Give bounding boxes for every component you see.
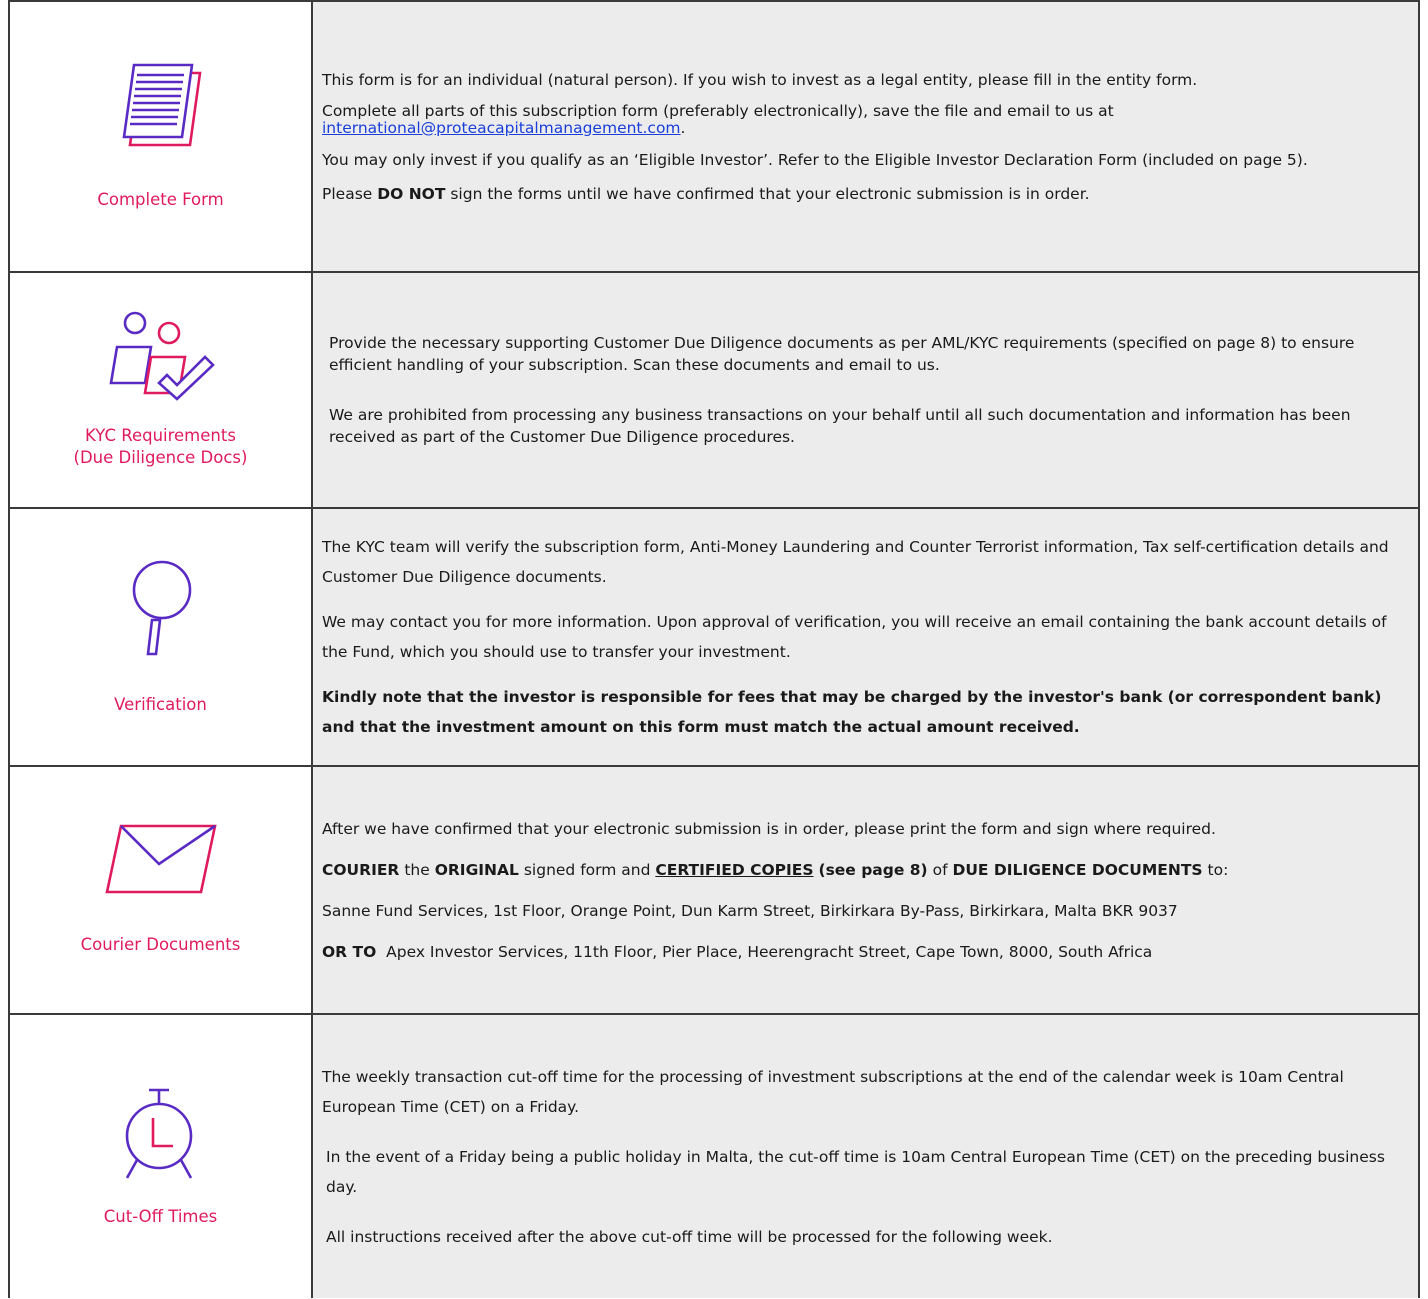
text: Please <box>322 184 373 203</box>
paragraph: The weekly transaction cut-off time for … <box>322 1067 1344 1116</box>
paragraph: Sanne Fund Services, 1st Floor, Orange P… <box>322 901 1178 920</box>
steps-table: Complete Form This form is for an indivi… <box>8 0 1420 1298</box>
magnifier-icon <box>10 558 311 660</box>
paragraph: COURIER the ORIGINAL signed form and CER… <box>322 859 1410 881</box>
paragraph: In the event of a Friday being a public … <box>326 1147 1385 1196</box>
step-caption: KYC Requirements (Due Diligence Docs) <box>10 425 311 469</box>
paragraph: All instructions received after the abov… <box>326 1227 1053 1246</box>
paragraph: This form is for an individual (natural … <box>322 70 1198 89</box>
step-text-cell: This form is for an individual (natural … <box>311 0 1420 273</box>
text: to: <box>1207 860 1229 879</box>
paragraph: Complete all parts of this subscription … <box>322 101 1410 137</box>
bold-underline-text: CERTIFIED COPIES <box>655 860 814 879</box>
paragraph-bold: Kindly note that the investor is respons… <box>322 688 1382 736</box>
bold-text: (see page 8) <box>818 860 928 879</box>
stopwatch-icon <box>10 1086 311 1182</box>
email-link[interactable]: international@proteacapitalmanagement.co… <box>322 119 681 137</box>
step-text-cell: After we have confirmed that your electr… <box>311 765 1420 1015</box>
paragraph: We are prohibited from processing any bu… <box>329 406 1351 446</box>
caption-line: KYC Requirements <box>85 426 236 445</box>
step-icon-cell: Cut-Off Times <box>8 1013 313 1298</box>
paragraph: We may contact you for more information.… <box>322 613 1387 661</box>
step-icon-cell: Courier Documents <box>8 765 313 1015</box>
step-text-cell: The weekly transaction cut-off time for … <box>311 1013 1420 1298</box>
step-caption: Complete Form <box>97 189 224 209</box>
step-caption: Cut-Off Times <box>103 1206 218 1226</box>
text: sign the forms until we have confirmed t… <box>450 184 1090 203</box>
paragraph: Please DO NOT sign the forms until we ha… <box>322 183 1410 205</box>
step-icon-cell: Verification <box>8 507 313 767</box>
paragraph: You may only invest if you qualify as an… <box>322 150 1308 169</box>
text: signed form and <box>523 860 651 879</box>
paragraph: Provide the necessary supporting Custome… <box>329 334 1355 374</box>
step-row-verification: Verification The KYC team will verify th… <box>8 507 1420 767</box>
text: the <box>404 860 430 879</box>
step-text-cell: The KYC team will verify the subscriptio… <box>311 507 1420 767</box>
bold-text: COURIER <box>322 860 400 879</box>
step-row-complete-form: Complete Form This form is for an indivi… <box>8 0 1420 273</box>
bold-text: DO NOT <box>377 184 446 203</box>
paragraph: The KYC team will verify the subscriptio… <box>322 538 1389 586</box>
paragraph-text: Complete all parts of this subscription … <box>322 101 1114 120</box>
step-caption: Courier Documents <box>80 935 241 954</box>
envelope-icon <box>10 824 311 894</box>
step-text-cell: Provide the necessary supporting Custome… <box>311 271 1420 509</box>
people-check-icon <box>10 311 311 401</box>
bold-text: OR TO <box>322 942 377 961</box>
step-icon-cell: Complete Form <box>8 0 313 273</box>
bold-text: ORIGINAL <box>434 860 519 879</box>
paragraph: OR TO Apex Investor Services, 11th Floor… <box>322 941 1410 963</box>
caption-line: (Due Diligence Docs) <box>73 448 248 467</box>
punctuation: . <box>680 118 686 137</box>
step-caption: Verification <box>114 695 207 714</box>
text: of <box>932 860 948 879</box>
step-row-cutoff: Cut-Off Times The weekly transaction cut… <box>8 1013 1420 1298</box>
step-row-kyc: KYC Requirements (Due Diligence Docs) Pr… <box>8 271 1420 509</box>
document-icon <box>10 63 311 149</box>
text: Apex Investor Services, 11th Floor, Pier… <box>386 942 1153 961</box>
step-icon-cell: KYC Requirements (Due Diligence Docs) <box>8 271 313 509</box>
paragraph: After we have confirmed that your electr… <box>322 819 1216 838</box>
step-row-courier: Courier Documents After we have confirme… <box>8 765 1420 1015</box>
bold-text: DUE DILIGENCE DOCUMENTS <box>952 860 1203 879</box>
